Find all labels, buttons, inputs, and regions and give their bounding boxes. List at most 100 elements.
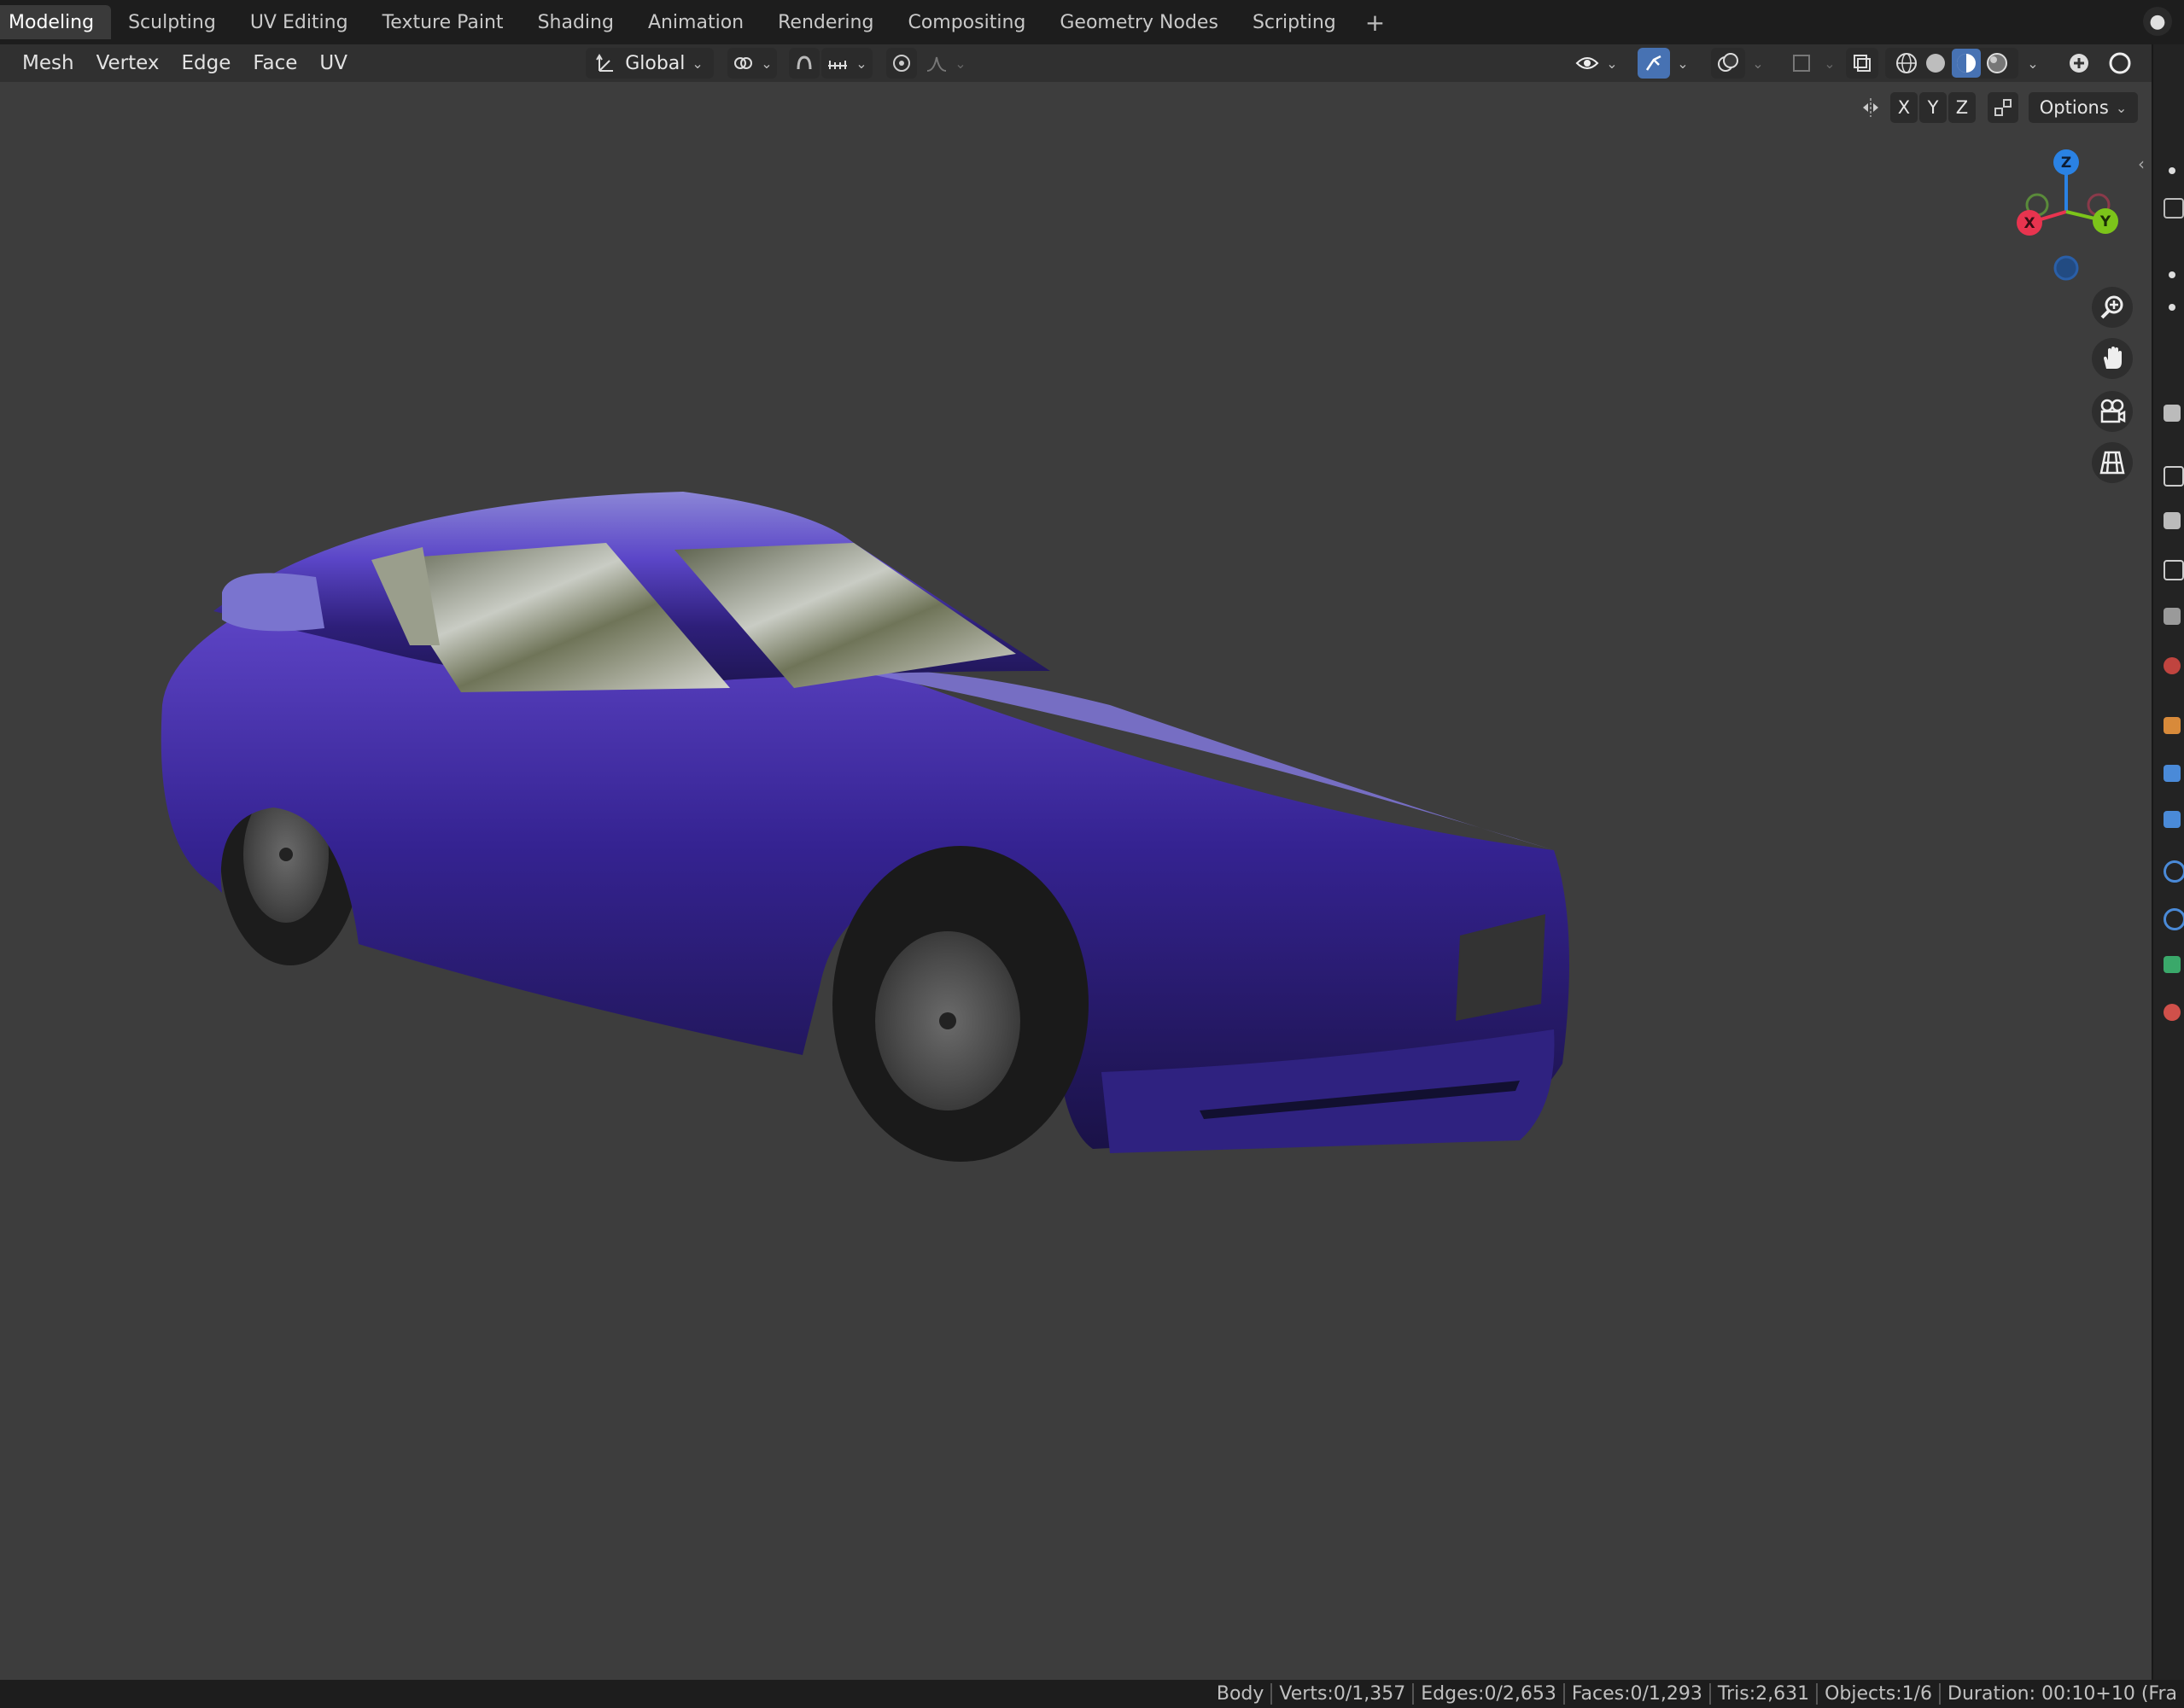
object-properties-icon[interactable] bbox=[2164, 717, 2181, 734]
sidebar-toggle-arrow[interactable]: ‹ bbox=[2138, 154, 2145, 174]
chevron-down-icon: ⌄ bbox=[1824, 55, 1836, 72]
menu-edge[interactable]: Edge bbox=[171, 52, 242, 74]
tab-geometry-nodes[interactable]: Geometry Nodes bbox=[1042, 5, 1235, 39]
render-properties-icon[interactable] bbox=[2164, 466, 2184, 487]
tool-properties-icon[interactable] bbox=[2164, 405, 2181, 422]
overlay-toggle[interactable] bbox=[1711, 48, 1745, 79]
status-tris: Tris:2,631 bbox=[1708, 1683, 1816, 1705]
tab-rendering[interactable]: Rendering bbox=[761, 5, 891, 39]
tab-animation[interactable]: Animation bbox=[631, 5, 761, 39]
workspace-tab-bar: Modeling Sculpting UV Editing Texture Pa… bbox=[0, 0, 2184, 44]
scene-properties-icon[interactable] bbox=[2164, 608, 2181, 625]
modifier-properties-icon[interactable] bbox=[2164, 765, 2181, 782]
physics-properties-icon[interactable] bbox=[2164, 860, 2184, 883]
mirror-x-toggle[interactable]: X bbox=[1890, 92, 1918, 123]
pivot-point-dropdown[interactable]: ⌄ bbox=[727, 48, 777, 79]
options-dropdown[interactable]: Options ⌄ bbox=[2029, 92, 2138, 123]
auto-merge-icon bbox=[1994, 99, 2012, 116]
falloff-curve-icon bbox=[927, 56, 947, 72]
material-properties-icon[interactable] bbox=[2164, 1004, 2181, 1021]
gizmo-x-label: X bbox=[2023, 215, 2035, 232]
tab-uv-editing[interactable]: UV Editing bbox=[233, 5, 365, 39]
auto-merge-toggle[interactable] bbox=[1988, 92, 2018, 123]
menu-vertex[interactable]: Vertex bbox=[85, 52, 171, 74]
navigation-gizmo[interactable]: Z X Y bbox=[1998, 143, 2126, 289]
add-workspace-button[interactable]: + bbox=[1353, 5, 1397, 39]
status-verts: Verts:0/1,357 bbox=[1270, 1683, 1412, 1705]
transform-icon bbox=[596, 54, 614, 72]
menu-mesh[interactable]: Mesh bbox=[11, 52, 85, 74]
scene-icon[interactable]: ● bbox=[2143, 7, 2172, 36]
add-button[interactable] bbox=[2063, 48, 2095, 79]
gizmo-dropdown[interactable]: ⌄ bbox=[1672, 48, 1694, 79]
chevron-down-icon: ⌄ bbox=[692, 55, 704, 72]
mesh-overlay-dropdown[interactable]: ⌄ bbox=[1819, 48, 1841, 79]
car-model bbox=[161, 492, 1569, 1162]
snap-target-dropdown[interactable]: ⌄ bbox=[821, 48, 873, 79]
mirror-y-toggle[interactable]: Y bbox=[1919, 92, 1947, 123]
menu-uv[interactable]: UV bbox=[308, 52, 359, 74]
grid-icon bbox=[2099, 451, 2125, 475]
proportional-editing-toggle[interactable] bbox=[886, 48, 917, 79]
particles-properties-icon[interactable] bbox=[2164, 811, 2181, 828]
proportional-icon bbox=[893, 55, 910, 72]
gizmo-z-label: Z bbox=[2061, 154, 2071, 172]
solid-shading-icon[interactable] bbox=[1923, 50, 1948, 76]
tab-compositing[interactable]: Compositing bbox=[891, 5, 1042, 39]
data-properties-icon[interactable] bbox=[2164, 956, 2181, 973]
chevron-down-icon: ⌄ bbox=[1752, 55, 1764, 72]
scene-dot-icon bbox=[2169, 304, 2175, 311]
mirror-icon-button[interactable] bbox=[1856, 92, 1887, 123]
chevron-down-icon: ⌄ bbox=[2115, 99, 2128, 116]
constraints-properties-icon[interactable] bbox=[2164, 908, 2184, 930]
chevron-down-icon: ⌄ bbox=[855, 55, 867, 72]
outliner-icon[interactable] bbox=[2164, 198, 2184, 219]
status-duration: Duration: 00:10+10 (Fra bbox=[1939, 1683, 2184, 1705]
material-shading-icon[interactable] bbox=[1952, 49, 1981, 78]
tab-shading[interactable]: Shading bbox=[521, 5, 631, 39]
world-properties-icon[interactable] bbox=[2164, 657, 2181, 674]
gizmo-toggle[interactable] bbox=[1638, 48, 1670, 79]
output-properties-icon[interactable] bbox=[2164, 512, 2181, 529]
gizmo-icon bbox=[1645, 55, 1661, 71]
scene-dot-icon bbox=[2169, 167, 2175, 174]
transform-orientation-dropdown[interactable]: Global ⌄ bbox=[586, 48, 714, 79]
pan-button[interactable] bbox=[2092, 338, 2133, 379]
overlay-dropdown[interactable]: ⌄ bbox=[1747, 48, 1769, 79]
view-layer-properties-icon[interactable] bbox=[2164, 560, 2184, 580]
camera-icon bbox=[2100, 399, 2126, 423]
tab-texture-paint[interactable]: Texture Paint bbox=[365, 5, 521, 39]
proportional-falloff-dropdown[interactable]: ⌄ bbox=[920, 48, 972, 79]
shading-mode-group bbox=[1885, 48, 2018, 79]
chevron-down-icon: ⌄ bbox=[761, 55, 773, 72]
overlay-icon bbox=[1718, 53, 1738, 72]
tab-sculpting[interactable]: Sculpting bbox=[111, 5, 233, 39]
mesh-overlay-icon bbox=[1793, 55, 1810, 72]
camera-view-button[interactable] bbox=[2092, 391, 2133, 432]
circle-icon bbox=[2109, 52, 2131, 74]
tab-modeling[interactable]: Modeling bbox=[0, 5, 112, 39]
chevron-down-icon: ⌄ bbox=[955, 55, 966, 72]
shading-dropdown[interactable]: ⌄ bbox=[2022, 48, 2044, 79]
rendered-shading-icon[interactable] bbox=[1984, 50, 2010, 76]
scene-dot-icon bbox=[2169, 271, 2175, 278]
mesh-edit-overlay-toggle[interactable] bbox=[1784, 48, 1819, 79]
mirror-z-toggle[interactable]: Z bbox=[1948, 92, 1976, 123]
options-label: Options bbox=[2039, 97, 2109, 118]
increment-snap-icon bbox=[828, 61, 848, 69]
status-objects: Objects:1/6 bbox=[1816, 1683, 1939, 1705]
toggle-perspective-button[interactable] bbox=[2092, 442, 2133, 483]
transform-orientation-label: Global bbox=[625, 52, 686, 74]
zoom-icon bbox=[2100, 295, 2123, 319]
mirror-icon bbox=[1863, 98, 1878, 117]
circle-toggle[interactable] bbox=[2104, 48, 2136, 79]
wireframe-shading-icon[interactable] bbox=[1894, 50, 1919, 76]
xray-toggle[interactable] bbox=[1846, 48, 1878, 79]
xray-icon bbox=[1854, 55, 1871, 72]
tab-scripting[interactable]: Scripting bbox=[1235, 5, 1353, 39]
snap-toggle[interactable] bbox=[789, 48, 820, 79]
status-faces: Faces:0/1,293 bbox=[1562, 1683, 1709, 1705]
visibility-dropdown[interactable]: ⌄ bbox=[1573, 48, 1620, 79]
menu-face[interactable]: Face bbox=[242, 52, 308, 74]
zoom-button[interactable] bbox=[2092, 287, 2133, 328]
